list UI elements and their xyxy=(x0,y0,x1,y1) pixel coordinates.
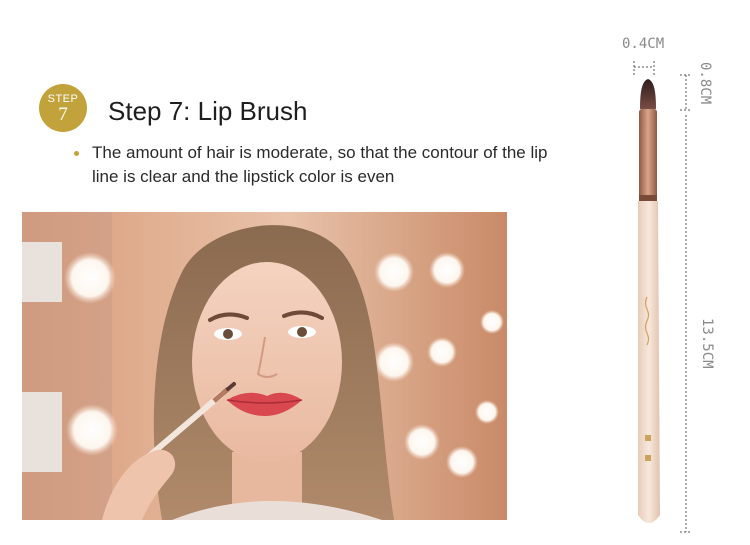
model-illustration xyxy=(22,212,504,520)
step-badge-number: 7 xyxy=(58,104,68,125)
page-title: Step 7: Lip Brush xyxy=(108,96,308,126)
lip-brush-icon xyxy=(633,61,692,533)
brush-product xyxy=(600,55,720,540)
bullet-dot-icon xyxy=(74,151,79,156)
step-badge: STEP 7 xyxy=(39,84,87,132)
description-bullet: The amount of hair is moderate, so that … xyxy=(74,141,554,189)
description-text: The amount of hair is moderate, so that … xyxy=(92,143,548,186)
model-photo xyxy=(22,212,507,520)
head-width-label: 0.4CM xyxy=(622,36,665,52)
